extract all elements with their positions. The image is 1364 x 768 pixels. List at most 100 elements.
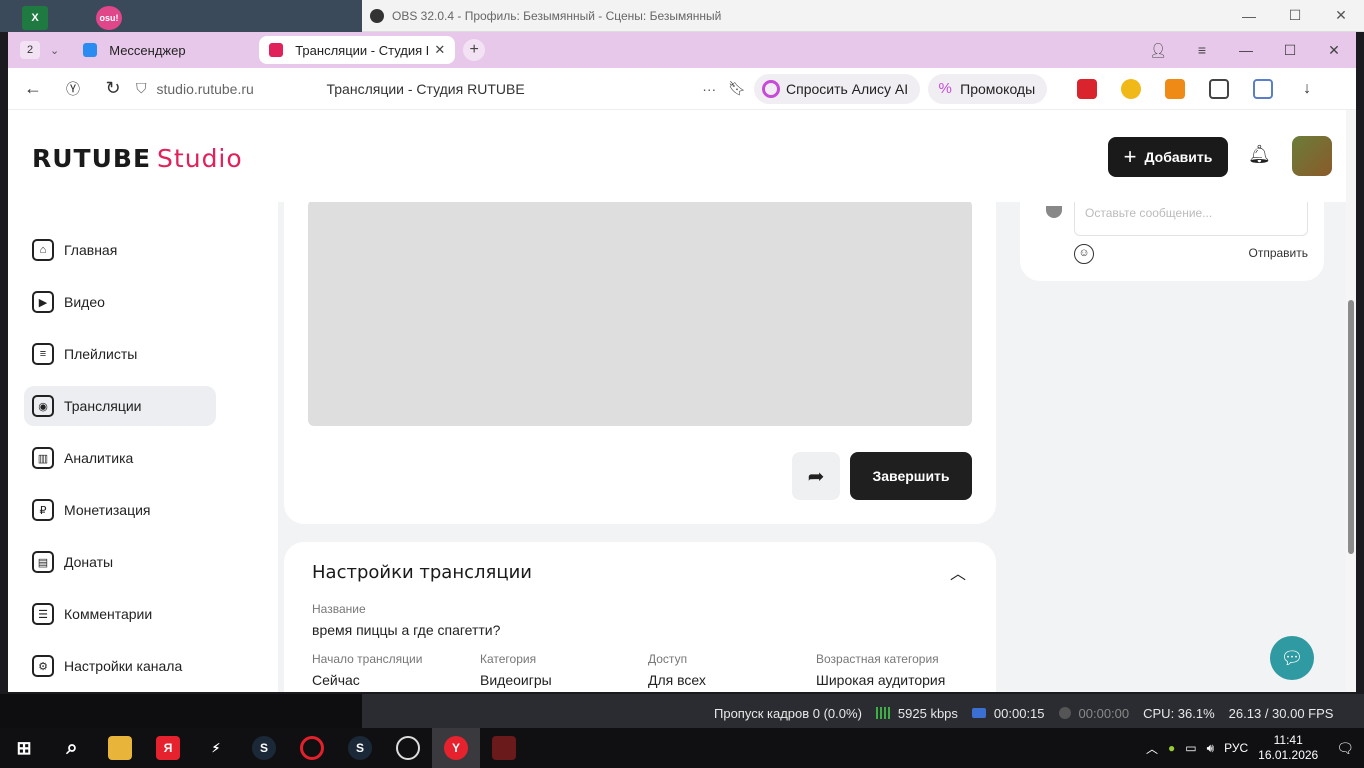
live-status: 00:00:15 (971, 705, 1045, 721)
notifications-icon[interactable]: 🗨︎ (1336, 740, 1354, 757)
send-button[interactable]: Отправить (1248, 246, 1308, 260)
ask-alice-button[interactable]: Спросить Алису AI (754, 73, 921, 104)
taskbar-steam[interactable]: S (240, 728, 288, 768)
sidebar-item-label: Плейлисты (64, 346, 138, 362)
taskbar-explorer[interactable] (96, 728, 144, 768)
taskbar-game[interactable] (480, 728, 528, 768)
sidebar-item-5[interactable]: ₽ Монетизация (24, 490, 216, 530)
taskbar-steam-2[interactable]: S (336, 728, 384, 768)
sidebar-item-label: Главная (64, 242, 118, 258)
steam-icon: S (252, 736, 276, 760)
tab-count-badge[interactable]: 2 (20, 41, 40, 59)
name-value: время пиццы а где спагетти? (312, 622, 501, 638)
maximize-icon[interactable]: ☐ (1268, 42, 1312, 59)
fps-status: 26.13 / 30.00 FPS (1228, 705, 1334, 721)
url-domain: studio.rutube.ru (156, 80, 254, 97)
live-time: 00:00:15 (993, 705, 1045, 721)
start-button[interactable]: ⊞ (0, 728, 48, 768)
collections-icon[interactable] (1209, 78, 1230, 99)
maximize-icon[interactable]: ☐ (1272, 0, 1318, 31)
sidebar-item-3[interactable]: ◉ Трансляции (24, 386, 216, 426)
close-icon[interactable]: ✕ (1318, 0, 1364, 31)
extension-orange-icon[interactable] (1165, 78, 1186, 99)
steam-icon: S (348, 736, 372, 760)
menu-icon[interactable]: ≡ (1180, 42, 1224, 58)
back-arrow-icon[interactable]: ← (18, 78, 48, 99)
live-icon (971, 708, 986, 718)
yandex-logo-icon[interactable]: Ⓨ (58, 79, 88, 99)
excel-desktop-icon[interactable]: X (22, 6, 48, 30)
taskbar-yandex[interactable]: Я (144, 728, 192, 768)
promo-label: Промокоды (960, 80, 1036, 97)
bookmark-icon[interactable]: 🔖︎ (728, 80, 746, 97)
url-field[interactable]: ⛉ studio.rutube.ru Трансляции - Студия R… (136, 74, 746, 104)
system-tray: ︿ ● ▭ 🔊︎ РУС 11:41 16.01.2026 🗨︎ (1146, 728, 1364, 768)
extension-red-icon[interactable] (1077, 78, 1098, 99)
site-info-icon[interactable]: ⛉ (136, 80, 147, 97)
minimize-icon[interactable]: — (1224, 42, 1268, 58)
record-icon (1058, 707, 1071, 719)
tab-label: Мессенджер (109, 42, 186, 58)
taskbar-yandex-browser[interactable]: Y (432, 728, 480, 768)
chevron-up-icon[interactable]: ︿ (950, 560, 966, 584)
download-icon[interactable]: ↓ (1297, 79, 1317, 99)
taskbar-search[interactable]: ⌕ (48, 728, 96, 768)
category-value: Видеоигры (480, 672, 552, 688)
chevron-up-icon[interactable]: ︿ (1146, 740, 1158, 757)
bell-icon[interactable]: 🔔︎ (1248, 144, 1272, 168)
scrollbar-thumb[interactable] (1348, 300, 1354, 554)
folder-icon (108, 736, 132, 760)
bolt-icon: ⚡︎ (211, 741, 221, 755)
volume-icon[interactable]: 🔊︎ (1207, 741, 1215, 756)
share-button[interactable]: ➦ (792, 452, 840, 500)
close-icon[interactable]: ✕ (1312, 42, 1356, 59)
broadcast-icon: ◉ (32, 395, 54, 417)
reload-icon[interactable]: ↻ (98, 78, 128, 99)
sidebar-item-7[interactable]: ☰ Комментарии (24, 594, 216, 634)
extension-doc-icon[interactable] (1253, 78, 1274, 99)
rutube-studio-logo[interactable]: RUTUBE Studio (32, 144, 243, 173)
close-tab-icon[interactable]: ✕ (434, 42, 445, 58)
add-button[interactable]: + Добавить (1108, 137, 1228, 177)
sidebar-item-6[interactable]: ▤ Донаты (24, 542, 216, 582)
game-icon (492, 736, 516, 760)
chevron-down-icon[interactable]: ⌄ (50, 44, 59, 57)
analytics-icon: ▥ (32, 447, 54, 469)
comments-icon: ☰ (32, 603, 54, 625)
more-icon[interactable]: ··· (702, 81, 716, 97)
sidebar-item-label: Видео (64, 294, 105, 310)
sidebar-item-8[interactable]: ⚙ Настройки канала (24, 646, 216, 686)
profile-icon[interactable]: 👤︎ (1136, 42, 1180, 59)
taskbar-opera[interactable] (288, 728, 336, 768)
network-icon[interactable]: ▭ (1185, 741, 1196, 755)
tab-rutube-studio[interactable]: Трансляции - Студия RUTUBE ✕ (259, 36, 456, 64)
sidebar-item-4[interactable]: ▥ Аналитика (24, 438, 216, 478)
page-scrollbar[interactable] (1346, 110, 1356, 692)
sidebar-item-0[interactable]: ⌂ Главная (24, 230, 216, 270)
minimize-icon[interactable]: — (1226, 0, 1272, 31)
sidebar-item-1[interactable]: ▶ Видео (24, 282, 216, 322)
tray-app-icon[interactable]: ● (1168, 741, 1175, 755)
tab-messenger[interactable]: Мессенджер (73, 36, 259, 64)
chat-message-input[interactable]: Оставьте сообщение... (1074, 202, 1308, 236)
logo-studio: Studio (157, 144, 243, 173)
emoji-icon[interactable]: ☺ (1074, 244, 1094, 264)
avatar[interactable] (1292, 136, 1332, 176)
url-page-title: Трансляции - Студия RUTUBE (326, 80, 525, 97)
language-indicator[interactable]: РУС (1224, 741, 1248, 755)
add-button-label: Добавить (1144, 149, 1213, 165)
osu-desktop-icon[interactable]: osu! (96, 6, 122, 30)
promo-button[interactable]: % Промокоды (928, 73, 1048, 104)
extension-yellow-icon[interactable] (1121, 78, 1142, 99)
taskbar-obs[interactable] (384, 728, 432, 768)
clock[interactable]: 11:41 16.01.2026 (1258, 733, 1318, 763)
signal-bars-icon (875, 707, 890, 719)
new-tab-button[interactable]: + (463, 39, 486, 61)
browser-tabbar: 2 ⌄ Мессенджер Трансляции - Студия RUTUB… (8, 32, 1356, 68)
home-icon: ⌂ (32, 239, 54, 261)
plus-icon: + (1123, 144, 1137, 169)
taskbar-app-bolt[interactable]: ⚡︎ (192, 728, 240, 768)
support-chat-button[interactable]: 💬︎ (1270, 636, 1314, 680)
sidebar-item-2[interactable]: ≡ Плейлисты (24, 334, 216, 374)
finish-stream-button[interactable]: Завершить (850, 452, 972, 500)
